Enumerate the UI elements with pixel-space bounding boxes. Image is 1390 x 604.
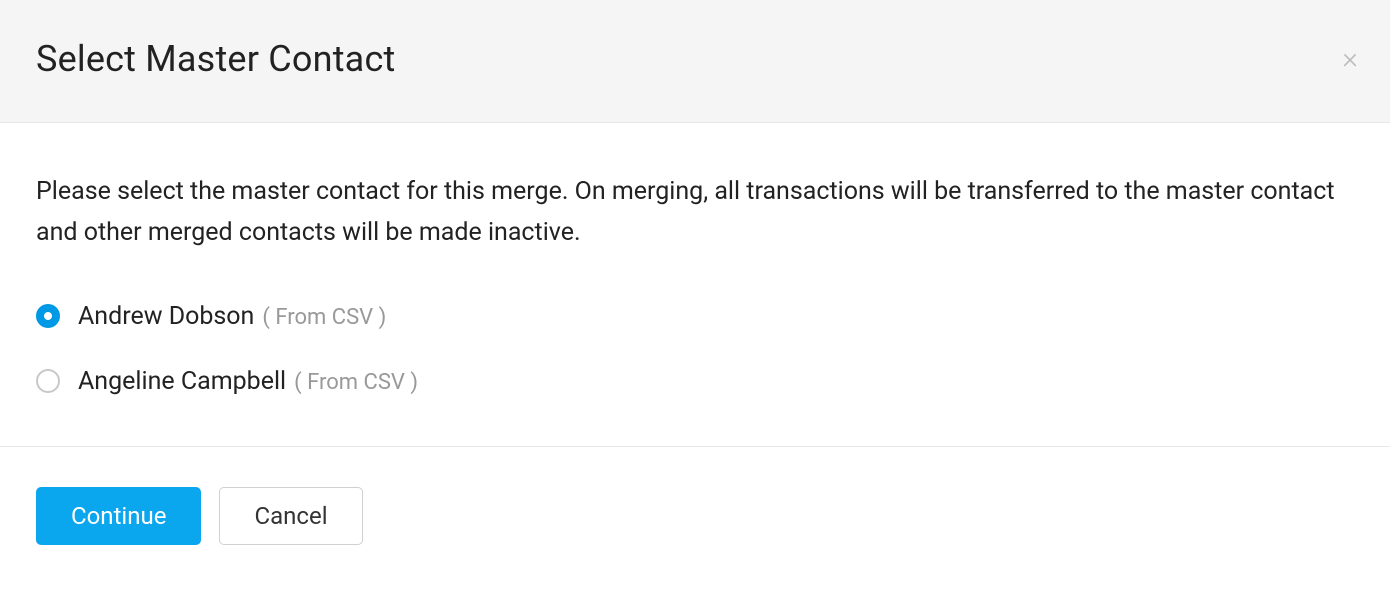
radio-option-0[interactable]: Andrew Dobson ( From CSV ) [36, 302, 1354, 331]
modal-footer: Continue Cancel [0, 446, 1390, 585]
radio-label: Andrew Dobson [78, 302, 254, 331]
modal-title: Select Master Contact [36, 38, 1354, 80]
radio-circle [36, 369, 60, 393]
continue-button[interactable]: Continue [36, 487, 201, 545]
radio-label: Angeline Campbell [78, 367, 286, 396]
modal-header: Select Master Contact × [0, 0, 1390, 123]
radio-source: ( From CSV ) [294, 370, 418, 395]
modal-body: Please select the master contact for thi… [0, 123, 1390, 446]
radio-option-1[interactable]: Angeline Campbell ( From CSV ) [36, 367, 1354, 396]
contact-radio-group: Andrew Dobson ( From CSV ) Angeline Camp… [36, 302, 1354, 396]
radio-source: ( From CSV ) [262, 305, 386, 330]
cancel-button[interactable]: Cancel [219, 487, 362, 545]
radio-circle [36, 304, 60, 328]
merge-description: Please select the master contact for thi… [36, 171, 1354, 254]
close-icon[interactable]: × [1342, 44, 1358, 74]
